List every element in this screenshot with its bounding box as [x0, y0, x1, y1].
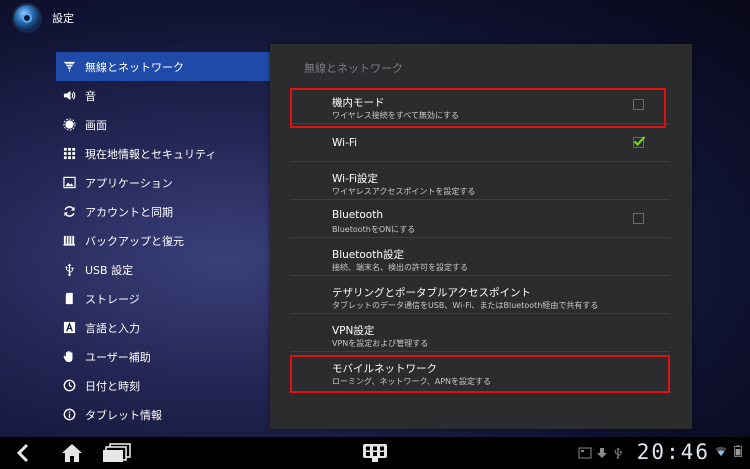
- speaker-icon: [62, 89, 76, 103]
- backup-icon: [62, 234, 76, 248]
- recent-apps-icon: [103, 443, 131, 462]
- sidebar-item-label: 音: [85, 89, 96, 103]
- usb-notification-icon: [614, 447, 622, 459]
- row-summary: タブレットのデータ通信をUSB、Wi-Fi、またはBluetooth経由で共有す…: [332, 301, 599, 310]
- download-icon: [597, 448, 607, 458]
- home-icon: [62, 444, 82, 462]
- highlight-airplane-mode: [290, 88, 666, 128]
- panel-header: 無線とネットワーク: [304, 62, 403, 75]
- highlight-mobile-network: [290, 355, 670, 393]
- sidebar-item-label: ユーザー補助: [85, 350, 151, 364]
- sidebar-item-tablet-info[interactable]: タブレット情報: [56, 400, 270, 429]
- menu-button[interactable]: [362, 443, 388, 463]
- home-button[interactable]: [60, 443, 84, 463]
- settings-sidebar: 無線とネットワーク 音 画面 現在地情報とセキュリティ アプリケーション アカウ…: [56, 52, 270, 429]
- grid-icon: [62, 147, 76, 161]
- row-summary: BluetoothをONにする: [332, 225, 416, 234]
- row-summary: ワイヤレスアクセスポイントを設定する: [332, 187, 476, 196]
- row-bluetooth[interactable]: Bluetooth BluetoothをONにする: [290, 200, 670, 238]
- title-bar: 設定: [0, 0, 750, 36]
- wifi-signal-icon: [715, 446, 727, 457]
- sidebar-item-date-time[interactable]: 日付と時刻: [56, 371, 270, 400]
- sidebar-item-label: バックアップと復元: [85, 234, 184, 248]
- battery-icon: [734, 445, 742, 457]
- menu-grid-icon: [363, 444, 387, 462]
- wifi-icon: [62, 60, 76, 74]
- app-title: 設定: [52, 12, 74, 25]
- sidebar-item-label: USB 設定: [85, 263, 134, 277]
- sidebar-item-display[interactable]: 画面: [56, 110, 270, 139]
- sidebar-item-accounts-sync[interactable]: アカウントと同期: [56, 197, 270, 226]
- image-icon: [62, 176, 76, 190]
- wifi-checkbox[interactable]: [633, 136, 646, 148]
- status-clock[interactable]: 20:46: [637, 440, 710, 464]
- row-vpn-settings[interactable]: VPN設定 VPNを設定および管理する: [290, 314, 670, 352]
- recent-apps-button[interactable]: [102, 443, 132, 463]
- sidebar-item-applications[interactable]: アプリケーション: [56, 168, 270, 197]
- sidebar-item-label: 画面: [85, 118, 107, 132]
- language-icon: [62, 321, 76, 335]
- info-icon: [62, 408, 76, 422]
- back-arrow-icon: [16, 443, 29, 463]
- row-title: Bluetooth設定: [332, 249, 404, 261]
- sidebar-item-label: ストレージ: [85, 292, 140, 306]
- sd-card-icon: [62, 292, 76, 306]
- settings-app-icon[interactable]: [14, 5, 40, 31]
- bluetooth-checkbox[interactable]: [633, 213, 644, 224]
- sidebar-item-usb-settings[interactable]: USB 設定: [56, 255, 270, 284]
- hand-icon: [62, 350, 76, 364]
- back-button[interactable]: [12, 443, 34, 463]
- sidebar-item-label: アプリケーション: [85, 176, 173, 190]
- row-tethering-hotspot[interactable]: テザリングとポータブルアクセスポイント タブレットのデータ通信をUSB、Wi-F…: [290, 276, 670, 314]
- sync-icon: [62, 205, 76, 219]
- sidebar-item-label: アカウントと同期: [85, 205, 173, 219]
- row-title: Wi-Fi設定: [332, 173, 379, 185]
- sidebar-item-sound[interactable]: 音: [56, 81, 270, 110]
- row-bluetooth-settings[interactable]: Bluetooth設定 接続、端末名、検出の許可を設定する: [290, 238, 670, 276]
- sidebar-item-storage[interactable]: ストレージ: [56, 284, 270, 313]
- row-summary: VPNを設定および管理する: [332, 339, 429, 348]
- sidebar-item-backup-restore[interactable]: バックアップと復元: [56, 226, 270, 255]
- row-wifi[interactable]: Wi-Fi: [290, 124, 670, 162]
- row-title: VPN設定: [332, 325, 375, 337]
- display-icon: [62, 118, 76, 132]
- sidebar-item-label: 言語と入力: [85, 321, 140, 335]
- sidebar-item-label: 無線とネットワーク: [85, 60, 184, 74]
- row-title: Bluetooth: [332, 209, 383, 221]
- sidebar-item-accessibility[interactable]: ユーザー補助: [56, 342, 270, 371]
- clock-icon: [62, 379, 76, 393]
- sidebar-item-label: タブレット情報: [85, 408, 162, 422]
- checkmark-icon: [633, 136, 646, 147]
- row-summary: 接続、端末名、検出の許可を設定する: [332, 263, 468, 272]
- screenshot-icon: [578, 447, 592, 459]
- row-title: Wi-Fi: [332, 137, 358, 149]
- preference-list: 機内モード ワイヤレス接続をすべて無効にする Wi-Fi Wi-Fi設定 ワイヤ…: [290, 86, 670, 390]
- row-title: テザリングとポータブルアクセスポイント: [332, 287, 531, 299]
- row-wifi-settings[interactable]: Wi-Fi設定 ワイヤレスアクセスポイントを設定する: [290, 162, 670, 200]
- system-navigation-bar: 20:46: [0, 437, 750, 469]
- sidebar-item-location-security[interactable]: 現在地情報とセキュリティ: [56, 139, 270, 168]
- sidebar-item-label: 日付と時刻: [85, 379, 140, 393]
- sidebar-item-language-input[interactable]: 言語と入力: [56, 313, 270, 342]
- sidebar-item-label: 現在地情報とセキュリティ: [85, 147, 217, 161]
- sidebar-item-wireless-network[interactable]: 無線とネットワーク: [56, 52, 270, 81]
- usb-icon: [62, 263, 76, 277]
